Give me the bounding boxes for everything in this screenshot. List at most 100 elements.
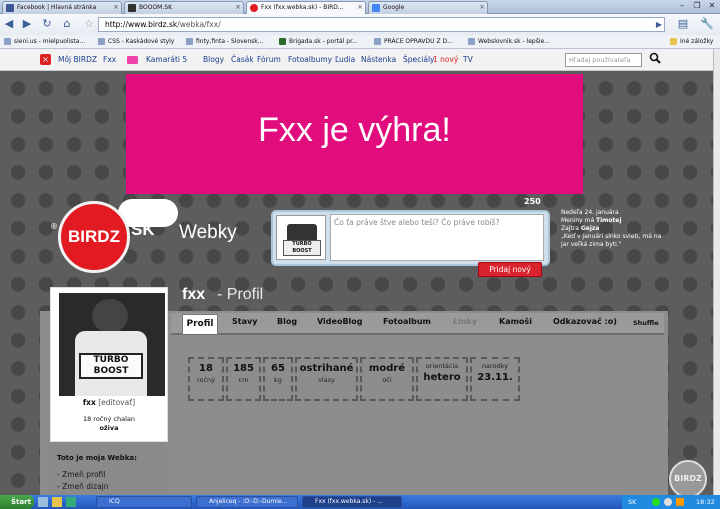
stat-height: 185 cm [226, 357, 261, 401]
quicklaunch-icon[interactable] [52, 497, 62, 507]
start-button[interactable]: Štart [0, 495, 34, 509]
reload-icon[interactable]: ↻ [40, 17, 54, 31]
bookmark-favicon-icon [279, 38, 286, 45]
nav-casak[interactable]: Časák [231, 55, 254, 64]
change-design-link[interactable]: - Zmeň dizajn [57, 482, 109, 491]
char-counter: 250 [524, 197, 541, 206]
close-box-icon[interactable]: × [40, 54, 51, 65]
nav-noticeboard[interactable]: Nástenka [361, 55, 396, 64]
tab-fotoalbum[interactable]: Fotoalbum [383, 317, 431, 326]
go-icon[interactable]: ▶ [652, 18, 666, 32]
stat-birthday: narodky 23.11. [470, 357, 520, 401]
change-profile-link[interactable]: - Zmeň profil [57, 470, 105, 479]
bookmark-item[interactable]: CSS - Kaskádové styly [98, 37, 174, 46]
tab-shuffle[interactable]: Shuffle [633, 319, 659, 327]
nav-photoalbums[interactable]: Fotoalbumy [288, 55, 332, 64]
tab-kamosi[interactable]: Kamoši [499, 317, 532, 326]
stat-label: vlasy [318, 376, 335, 384]
bookmark-label: CSS - Kaskádové styly [108, 38, 175, 45]
facebook-favicon-icon [6, 4, 14, 12]
stat-value: ostrihané [299, 363, 354, 374]
proverb: „Keď v januári slnko svieti, má na jar v… [561, 233, 662, 248]
window-close-button[interactable]: ✕ [705, 1, 719, 12]
language-indicator[interactable]: SK [628, 495, 636, 509]
birdz-badge[interactable]: BIRDZ [669, 460, 707, 495]
nameday-name: Timotej [596, 217, 622, 224]
status-input[interactable]: Čo ťa práve štve alebo teší? Čo práve ro… [330, 214, 544, 261]
promo-banner[interactable]: Fxx je výhra! [126, 74, 583, 194]
tray-volume-icon[interactable] [664, 498, 672, 506]
avatar-shirt-text: TURBO BOOST [283, 240, 321, 256]
quicklaunch-icon[interactable] [66, 497, 76, 507]
user-search-input[interactable]: Hľadaj používateľa [565, 53, 642, 67]
tab-stavy[interactable]: Stavy [232, 317, 257, 326]
stat-orientation: orientácia hetero [416, 357, 468, 401]
profile-heading-name: fxx [182, 286, 206, 303]
nav-people[interactable]: Ľudia [335, 55, 355, 64]
profile-desc-line: oživa [99, 424, 119, 432]
tab-odkazovac[interactable]: Odkazovač :o) [553, 317, 617, 326]
nav-my-birdz[interactable]: Môj BIRDZ [58, 55, 97, 64]
stat-value: hetero [423, 372, 461, 383]
tomorrow-line: Zajtra Gejza [561, 225, 665, 233]
bookmark-item[interactable]: PRÁCE OPRAVDU Z D... [374, 37, 453, 46]
taskbar-anjeliceq[interactable]: Anjeliceq - :O:-D:-Dumie... [196, 496, 298, 508]
browser-tab-google[interactable]: Google × [368, 1, 488, 14]
vertical-scrollbar[interactable] [713, 49, 720, 495]
stat-label: orientácia [425, 362, 459, 370]
edit-profile-link[interactable]: [editovať] [98, 398, 135, 407]
tab-title: Fxx (fxx.webka.sk) - BIRD... [261, 4, 344, 11]
bookmark-item[interactable]: finty,finta - Slovensk... [186, 37, 264, 46]
close-icon[interactable]: × [113, 2, 119, 13]
nav-blogs[interactable]: Blogy [203, 55, 224, 64]
taskbar-icq[interactable]: ICQ [96, 496, 192, 508]
back-icon[interactable]: ◀ [2, 17, 16, 31]
quicklaunch-icon[interactable] [38, 497, 48, 507]
browser-tab-facebook[interactable]: Facebook | Hlavná stránka × [2, 1, 122, 14]
bookmark-favicon-icon [98, 38, 105, 45]
nav-specials[interactable]: Špeciály [403, 55, 434, 64]
birdz-logo[interactable]: BIRDZ [58, 201, 130, 273]
taskbar-fxx-browser[interactable]: Fxx (fxx.webka.sk) - ... [302, 496, 402, 508]
other-bookmarks[interactable]: Iné záložky [670, 37, 713, 46]
system-tray: SK 18:32 [622, 495, 720, 509]
page-viewport: × Môj BIRDZ Fxx Kamaráti 5 Blogy Časák F… [0, 49, 720, 495]
bookmark-label: Brigada.sk - portál pr... [289, 38, 358, 45]
maximize-button[interactable]: ❐ [690, 1, 704, 12]
stat-value: 18 [199, 363, 213, 374]
page-menu-icon[interactable]: ▤ [676, 17, 690, 31]
bookmark-item[interactable]: Webslovnik.sk - lepšie... [468, 37, 550, 46]
bookmark-item[interactable]: Brigada.sk - portál pr... [279, 37, 358, 46]
nav-forum[interactable]: Fórum [257, 55, 281, 64]
add-status-button[interactable]: Pridaj nový [478, 262, 542, 277]
tab-profil[interactable]: Profil [182, 314, 218, 334]
close-icon[interactable]: × [357, 2, 363, 13]
address-bar[interactable]: http://www.birdz.sk/webka/fxx/ [98, 17, 665, 32]
mail-icon[interactable] [127, 56, 138, 64]
tools-wrench-icon[interactable]: 🔧 [700, 17, 714, 31]
tab-blog[interactable]: Blog [277, 317, 297, 326]
tab-title: Facebook | Hlavná stránka [17, 4, 97, 11]
profile-photo[interactable]: TURBO BOOST [59, 293, 165, 396]
bookmark-item[interactable]: sieni.us - mielpuolista... [4, 37, 85, 46]
nav-friends[interactable]: Kamaráti 5 [146, 55, 187, 64]
tomorrow-name: Gejza [580, 225, 600, 232]
minimize-button[interactable]: – [675, 1, 689, 12]
nav-fxx[interactable]: Fxx [103, 55, 116, 64]
forward-icon[interactable]: ▶ [20, 17, 34, 31]
browser-tab-booom[interactable]: BOOOM.SK × [124, 1, 244, 14]
browser-tab-fxx[interactable]: Fxx (fxx.webka.sk) - BIRD... × [246, 1, 366, 15]
booom-favicon-icon [128, 4, 136, 12]
folder-icon [670, 38, 677, 45]
tab-videoblog[interactable]: VideoBlog [317, 317, 363, 326]
search-icon[interactable] [649, 52, 661, 64]
tray-app-icon[interactable] [676, 498, 684, 506]
tray-status-icon[interactable] [652, 498, 660, 506]
close-icon[interactable]: × [235, 2, 241, 13]
tab-linky[interactable]: Linky [453, 317, 477, 326]
nav-tv[interactable]: TV [463, 55, 473, 64]
bookmark-star-icon[interactable]: ☆ [82, 17, 96, 31]
home-icon[interactable]: ⌂ [60, 17, 74, 31]
url-path: /webka/fxx/ [177, 20, 221, 29]
close-icon[interactable]: × [479, 2, 485, 13]
